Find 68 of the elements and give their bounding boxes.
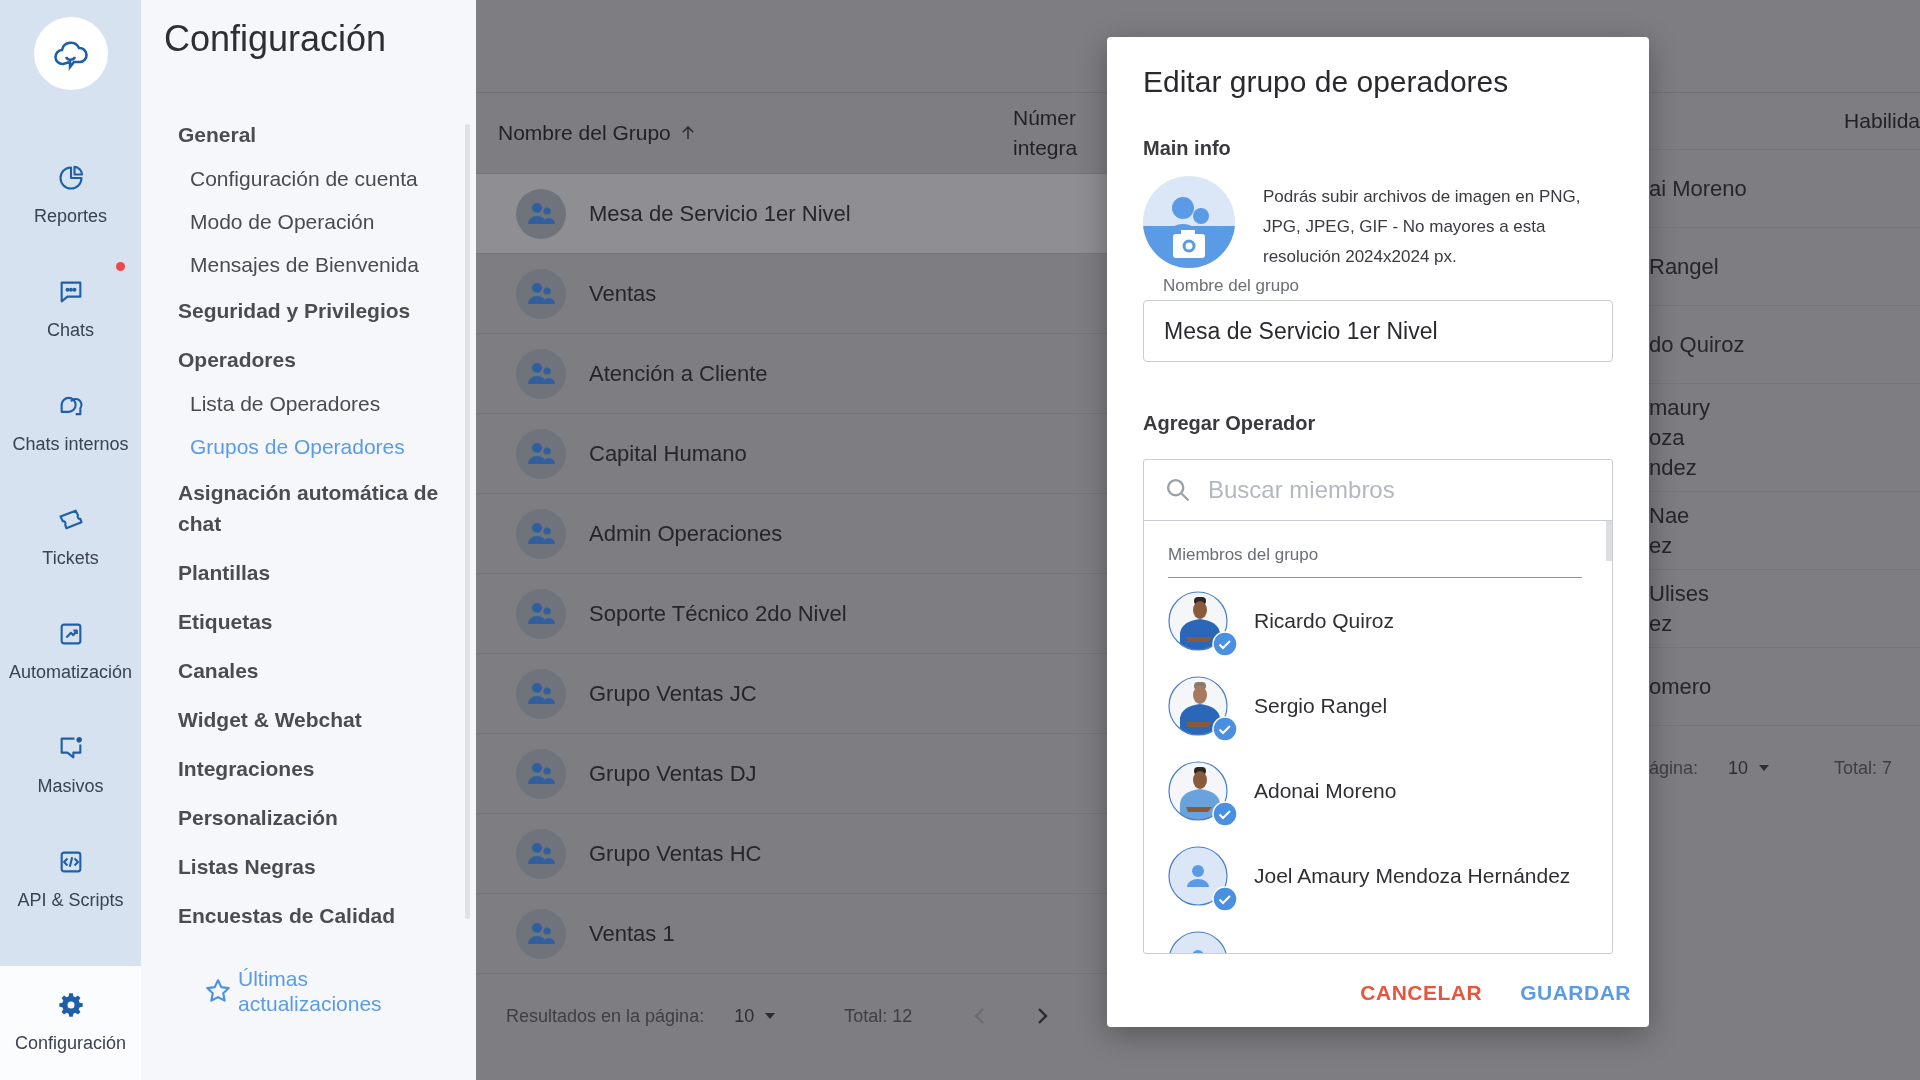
column-header[interactable]: Habilida [1844,109,1920,133]
settings-icon [56,991,85,1020]
member-item[interactable]: Adonai Moreno [1168,748,1582,833]
group-icon [516,348,566,399]
group-icon [516,908,566,959]
menu-section[interactable]: Seguridad y Privilegios [178,286,468,335]
section-title: Agregar Operador [1143,412,1317,435]
nav-item[interactable]: API & Scripts [0,848,141,962]
table-cell-text: Nae ez [1649,501,1690,560]
member-item[interactable]: Ricardo Quiroz [1168,578,1582,663]
group-icon [516,268,566,319]
nav-item[interactable]: Configuración [0,966,141,1080]
scrollbar[interactable] [1606,521,1612,561]
nav-item[interactable]: Masivos [0,734,141,849]
page-title: Configuración [164,18,388,60]
field-label: Nombre del grupo [1163,276,1300,296]
menu-section[interactable]: Encuestas de Calidad [178,891,468,940]
caret-icon [1758,764,1771,772]
table-cell-text: ai Moreno [1649,174,1747,203]
per-page-label: ágina: [1649,757,1699,779]
table-cell-text: maury oza ndez [1649,393,1711,482]
menu-section[interactable]: Listas Negras [178,842,468,891]
table-cell-text: do Quiroz [1649,330,1745,359]
member-item[interactable]: Sergio Rangel [1168,663,1582,748]
table-cell-text: Ulises ez [1649,579,1709,638]
menu-section[interactable]: Plantillas [178,548,468,597]
group-icon [516,828,566,879]
group-name-field[interactable]: Mesa de Servicio 1er Nivel [1143,300,1613,362]
total-count: Total: 7 [1834,757,1893,779]
table-cell-text: Rangel [1649,252,1719,281]
user-avatar-icon [1168,845,1228,906]
menu-section[interactable]: Etiquetas [178,597,468,646]
menu-item[interactable]: Configuración de cuenta [178,157,468,200]
dialog-title: Editar grupo de operadores [1143,65,1510,99]
menu-item[interactable]: Modo de Operación [178,200,468,243]
menu-section[interactable]: Asignación automática de chat [178,468,468,548]
member-item[interactable]: Joel Amaury Mendoza Hernández [1168,833,1582,918]
total-count: Total: 12 [844,1005,913,1027]
column-header[interactable]: Nombre del Grupo [476,121,1013,145]
group-icon [516,588,566,639]
caret-icon [764,1012,777,1020]
menu-section[interactable]: Widget & Webchat [178,695,468,744]
menu-item[interactable]: Lista de Operadores [178,382,468,425]
menu-section[interactable]: Integraciones [178,744,468,793]
upload-hint: Podrás subir archivos de imagen en PNG, JPG, JPEG, GIF - No mayores a esta resolución 2024x2024 px. [1263,186,1581,268]
section-title: Main info [1143,137,1232,160]
nav-item[interactable]: Reportes [0,164,141,279]
group-icon [516,188,566,239]
menu-section[interactable]: Canales [178,646,468,695]
nav-item[interactable]: Tickets [0,506,141,621]
group-icon [516,668,566,719]
nav-item[interactable]: Chats internos [0,392,141,507]
menu-section[interactable]: Personalización [178,793,468,842]
star-icon [204,977,232,1005]
nav-item[interactable]: Chats [0,278,141,393]
table-cell-text: omero [1649,672,1712,701]
cancel-button[interactable]: CANCELAR [1350,973,1493,1013]
column-header[interactable]: Númer integra [1013,103,1078,163]
menu-section[interactable]: Operadores [178,335,468,384]
group-icon [516,748,566,799]
menu-section[interactable]: General [178,110,468,159]
list-header: Miembros del grupo [1168,521,1582,578]
group-icon [516,428,566,479]
menu-item[interactable]: Mensajes de Bienvenida [178,243,468,286]
group-icon [516,508,566,559]
search-icon [1164,476,1192,504]
per-page-label: Resultados en la página: [506,1005,705,1027]
nav-item[interactable]: Automatización [0,620,141,735]
